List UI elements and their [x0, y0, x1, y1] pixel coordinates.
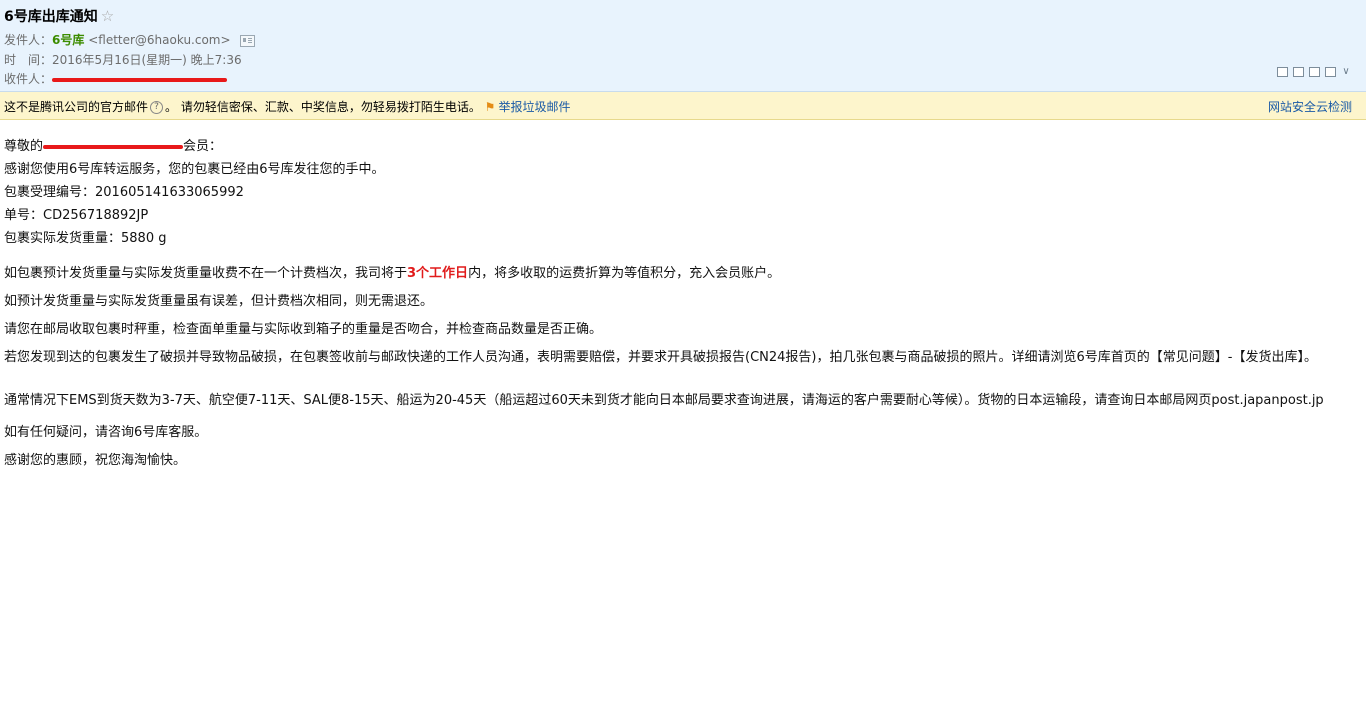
contact-service-line: 如有任何疑问，请咨询6号库客服。: [4, 425, 208, 440]
more-icon[interactable]: ∨: [1340, 66, 1352, 77]
subject-text: 6号库出库通知: [4, 9, 98, 25]
mail-toolbar: ∨: [1276, 66, 1352, 77]
refund-text-b: 内，将多收取的运费折算为等值积分，充入会员账户。: [468, 266, 781, 281]
package-id-line: 包裹受理编号：201605141633065992: [4, 185, 244, 200]
time-value: 2016年5月16日(星期一) 晚上7:36: [52, 53, 242, 67]
sender-address[interactable]: <fletter@6haoku.com>: [88, 33, 230, 47]
mail-header: 6号库出库通知 ☆ 发件人：6号库 <fletter@6haoku.com> 时 …: [0, 0, 1366, 92]
refund-paragraph: 如包裹预计发货重量与实际发货重量收费不在一个计费档次，我司将于3个工作日内，将多…: [4, 260, 1354, 288]
tracking-number-line: 单号：CD256718892JP: [4, 208, 149, 223]
weight-line: 包裹实际发货重量：5880 g: [4, 231, 167, 246]
to-row: 收件人：: [4, 70, 228, 87]
refund-text-a: 如包裹预计发货重量与实际发货重量收费不在一个计费档次，我司将于: [4, 266, 408, 281]
warning-message: 这不是腾讯公司的官方邮件?。 请勿轻信密保、汇款、中奖信息，勿轻易拨打陌生电话。…: [4, 98, 570, 115]
star-icon[interactable]: ☆: [101, 7, 114, 25]
mail-subject: 6号库出库通知 ☆: [4, 6, 114, 26]
thanks-line: 感谢您使用6号库转运服务，您的包裹已经由6号库发往您的手中。: [4, 162, 385, 177]
recipient-redaction: [52, 77, 228, 82]
refund-days-highlight: 3个工作日: [407, 266, 469, 281]
to-label: 收件人：: [4, 72, 53, 86]
warning-bar: 这不是腾讯公司的官方邮件?。 请勿轻信密保、汇款、中奖信息，勿轻易拨打陌生电话。…: [0, 92, 1366, 120]
damage-paragraph: 若您发现到达的包裹发生了破损并导致物品破损，在包裹签收前与邮政快递的工作人员沟通…: [4, 350, 1317, 365]
greeting-prefix: 尊敬的: [4, 139, 44, 154]
new-window-icon[interactable]: [1276, 66, 1288, 77]
greeting-line: 尊敬的 会员：: [4, 137, 1354, 160]
report-spam-link[interactable]: ⚑ 举报垃圾邮件: [485, 100, 571, 114]
warning-text-1: 这不是腾讯公司的官方邮件: [4, 100, 149, 114]
weigh-check-paragraph: 请您在邮局收取包裹时秤重，检查面单重量与实际收到箱子的重量是否吻合，并检查商品数…: [4, 322, 603, 337]
sender-name[interactable]: 6号库: [52, 33, 84, 47]
from-label: 发件人：: [4, 33, 53, 47]
no-refund-paragraph: 如预计发货重量与实际发货重量虽有误差，但计费档次相同，则无需退还。: [4, 294, 434, 309]
member-name-redaction: [43, 144, 184, 149]
security-check-link[interactable]: 网站安全云检测: [1268, 98, 1352, 115]
contact-card-icon[interactable]: [240, 34, 256, 47]
closing-line: 感谢您的惠顾，祝您海淘愉快。: [4, 453, 187, 468]
warning-text-2: 。 请勿轻信密保、汇款、中奖信息，勿轻易拨打陌生电话。: [165, 100, 481, 114]
help-icon[interactable]: ?: [150, 101, 164, 114]
time-row: 时 间：2016年5月16日(星期一) 晚上7:36: [4, 51, 242, 68]
report-spam-label: 举报垃圾邮件: [498, 100, 571, 114]
shipping-times-paragraph: 通常情况下EMS到货天数为3-7天、航空便7-11天、SAL便8-15天、船运为…: [4, 393, 1324, 408]
greeting-suffix: 会员：: [183, 139, 223, 154]
print-preview-icon[interactable]: [1292, 66, 1304, 77]
time-label: 时 间：: [4, 53, 53, 67]
save-icon[interactable]: [1308, 66, 1320, 77]
mail-body: 尊敬的 会员： 感谢您使用6号库转运服务，您的包裹已经由6号库发往您的手中。 包裹…: [4, 137, 1354, 475]
print-icon[interactable]: [1324, 66, 1336, 77]
report-flag-icon: ⚑: [484, 100, 496, 114]
from-row: 发件人：6号库 <fletter@6haoku.com>: [4, 31, 256, 48]
